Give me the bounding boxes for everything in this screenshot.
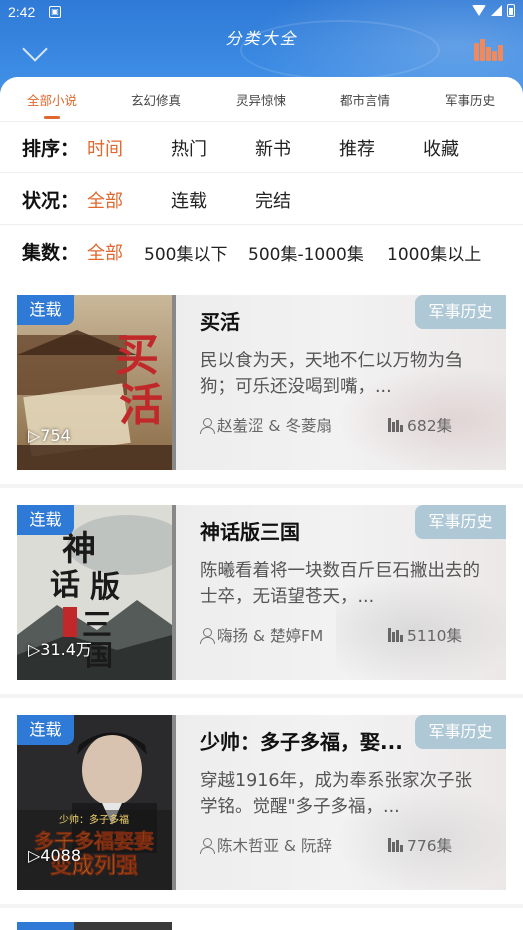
status-bar: 2:42 ▣ <box>0 0 523 26</box>
status-time: 2:42 <box>8 4 36 20</box>
book-synopsis: 穿越1916年，成为奉系张家次子张学铭。觉醒"多子多福，... <box>200 771 473 817</box>
person-icon <box>200 628 215 644</box>
status-filter-row: 状况： 全部 连载 完结 <box>0 186 523 216</box>
tab-all-novels[interactable]: 全部小说 <box>27 90 77 109</box>
divider <box>0 224 523 225</box>
active-tab-indicator <box>44 116 60 119</box>
authors-text: 陈木哲亚 & 阮辞 <box>217 837 332 855</box>
person-icon <box>200 838 215 854</box>
play-count: ▷4088 <box>28 846 82 865</box>
book-card[interactable]: 买 活 连载 ▷754 买活 军事历史 民以食为天，天地不仁以万物为刍狗；可乐还… <box>0 278 523 484</box>
svg-text:少帅：多子多福: 少帅：多子多福 <box>59 813 129 826</box>
status-badge: 连载 <box>17 715 74 745</box>
svg-text:神: 神 <box>62 529 96 569</box>
svg-text:版: 版 <box>90 570 120 605</box>
status-option-finished[interactable]: 完结 <box>255 187 291 213</box>
episodes-bars-icon <box>388 628 404 642</box>
cover-spine <box>172 715 176 890</box>
cover-title-text: 买 <box>115 330 159 381</box>
sort-option-hot[interactable]: 热门 <box>171 135 207 161</box>
sort-option-recommend[interactable]: 推荐 <box>339 135 375 161</box>
status-badge <box>17 922 74 930</box>
episodes-bars-icon <box>388 838 404 852</box>
battery-icon <box>507 4 515 17</box>
book-authors: 赵羞涩 & 冬菱扇 <box>200 414 332 436</box>
book-title[interactable]: 买活 <box>200 306 240 335</box>
status-option-all[interactable]: 全部 <box>87 187 123 213</box>
play-count: ▷754 <box>28 426 71 445</box>
svg-text:活: 活 <box>119 380 163 431</box>
book-synopsis: 民以食为天，天地不仁以万物为刍狗；可乐还没喝到嘴，... <box>200 351 463 397</box>
book-synopsis: 陈曦看着将一块数百斤巨石撇出去的士卒，无语望苍天，... <box>200 561 480 607</box>
episodes-option-under-500[interactable]: 500集以下 <box>144 240 227 265</box>
book-card[interactable]: 神 话 版 三 国 连载 ▷31.4万 神话版三国 军事历史 陈曦看着将一块数百… <box>0 488 523 694</box>
status-icons <box>472 4 515 17</box>
book-authors: 陈木哲亚 & 阮辞 <box>200 834 332 856</box>
episodes-text: 682集 <box>407 417 453 435</box>
episodes-option-over-1000[interactable]: 1000集以上 <box>387 240 481 265</box>
divider <box>0 172 523 173</box>
person-icon <box>200 418 215 434</box>
book-title[interactable]: 神话版三国 <box>200 516 300 545</box>
book-authors: 嗨扬 & 楚婷FM <box>200 624 323 646</box>
sort-option-time[interactable]: 时间 <box>87 135 123 161</box>
tab-lingyi[interactable]: 灵异惊悚 <box>236 90 286 109</box>
genre-badge: 军事历史 <box>415 295 506 329</box>
tab-junshi[interactable]: 军事历史 <box>445 90 495 109</box>
status-option-serial[interactable]: 连载 <box>171 187 207 213</box>
episodes-text: 5110集 <box>407 627 462 645</box>
filter-panel: 全部小说 玄幻修真 灵异惊悚 都市言情 军事历史 排序： 时间 热门 新书 推荐… <box>0 77 523 279</box>
episodes-filter-row: 集数： 全部 500集以下 500集-1000集 1000集以上 <box>0 238 523 268</box>
bar-chart-icon[interactable] <box>474 37 503 61</box>
book-episodes: 776集 <box>388 834 452 856</box>
episodes-bars-icon <box>388 418 404 432</box>
book-card[interactable]: 少帅：多子多福 多子多福娶妻 变成列强 连载 ▷4088 少帅：多子多福，娶..… <box>0 698 523 904</box>
book-episodes: 5110集 <box>388 624 462 646</box>
authors-text: 赵羞涩 & 冬菱扇 <box>217 417 332 435</box>
sort-option-favorite[interactable]: 收藏 <box>423 135 459 161</box>
status-badge: 连载 <box>17 505 74 535</box>
book-title[interactable]: 少帅：多子多福，娶... <box>200 726 403 755</box>
status-badge: 连载 <box>17 295 74 325</box>
tab-xuanhuan[interactable]: 玄幻修真 <box>131 90 181 109</box>
tab-dushi[interactable]: 都市言情 <box>340 90 390 109</box>
book-card[interactable] <box>0 908 523 930</box>
wifi-icon <box>472 5 486 16</box>
genre-badge: 军事历史 <box>415 715 506 749</box>
signal-icon <box>491 5 502 16</box>
cover-spine <box>172 295 176 470</box>
svg-text:话: 话 <box>50 568 80 603</box>
status-label: 状况： <box>22 190 80 212</box>
episodes-label: 集数： <box>22 242 80 264</box>
genre-badge: 军事历史 <box>415 505 506 539</box>
sort-filter-row: 排序： 时间 热门 新书 推荐 收藏 <box>0 134 523 164</box>
authors-text: 嗨扬 & 楚婷FM <box>217 627 324 645</box>
book-episodes: 682集 <box>388 414 452 436</box>
episodes-text: 776集 <box>407 837 453 855</box>
divider <box>0 121 523 122</box>
category-tabs: 全部小说 玄幻修真 灵异惊悚 都市言情 军事历史 <box>0 90 523 120</box>
sort-option-new[interactable]: 新书 <box>255 135 291 161</box>
episodes-option-500-1000[interactable]: 500集-1000集 <box>248 240 364 265</box>
cover-spine <box>172 505 176 680</box>
episodes-option-all[interactable]: 全部 <box>87 239 123 265</box>
sort-label: 排序： <box>22 138 80 160</box>
notification-app-icon: ▣ <box>49 6 61 18</box>
page-title: 分类大全 <box>225 29 298 48</box>
play-count: ▷31.4万 <box>28 640 92 659</box>
